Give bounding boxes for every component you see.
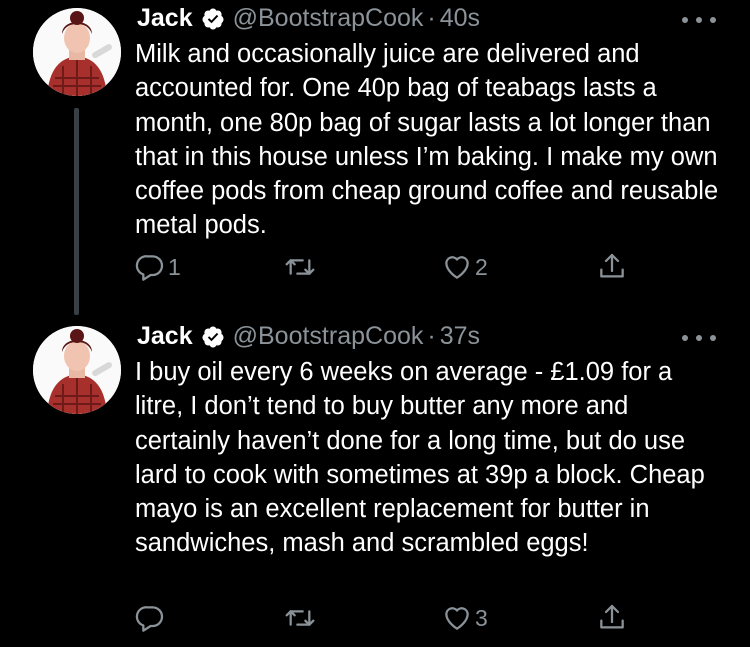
tweet-actions: 3 bbox=[134, 602, 634, 642]
tweet-text: I buy oil every 6 weeks on average - £1.… bbox=[135, 358, 705, 558]
share-button[interactable] bbox=[596, 602, 628, 634]
like-count: 2 bbox=[475, 253, 488, 280]
reply-count: 1 bbox=[168, 253, 181, 280]
retweet-button[interactable] bbox=[284, 251, 318, 283]
verified-badge-icon bbox=[202, 8, 224, 29]
share-button[interactable] bbox=[596, 251, 628, 283]
tweet-header: Jack @BootstrapCook · 37s bbox=[137, 322, 480, 351]
share-icon bbox=[600, 604, 624, 629]
retweet-button[interactable] bbox=[284, 602, 318, 634]
reply-icon bbox=[135, 255, 164, 281]
user-handle[interactable]: @BootstrapCook bbox=[233, 322, 424, 351]
timestamp[interactable]: 40s bbox=[440, 4, 480, 33]
thread-line bbox=[74, 108, 79, 315]
display-name[interactable]: Jack bbox=[137, 4, 193, 33]
retweet-icon bbox=[285, 610, 315, 626]
verified-badge-icon bbox=[202, 326, 224, 347]
like-icon bbox=[445, 607, 469, 630]
like-icon bbox=[445, 256, 469, 279]
reply-icon bbox=[135, 606, 164, 632]
user-handle[interactable]: @BootstrapCook bbox=[233, 4, 424, 33]
timestamp[interactable]: 37s bbox=[440, 322, 480, 351]
avatar[interactable] bbox=[33, 326, 121, 414]
avatar[interactable] bbox=[33, 8, 121, 96]
tweet[interactable]: Jack @BootstrapCook · 37s I buy oil ever… bbox=[0, 318, 750, 647]
display-name[interactable]: Jack bbox=[137, 322, 193, 351]
like-count: 3 bbox=[475, 604, 488, 631]
more-options-icon[interactable] bbox=[682, 328, 716, 348]
tweet-header: Jack @BootstrapCook · 40s bbox=[137, 4, 480, 33]
tweet-text: Milk and occasionally juice are delivere… bbox=[135, 40, 719, 240]
like-button[interactable]: 3 bbox=[441, 602, 488, 634]
separator-dot: · bbox=[427, 4, 436, 32]
more-options-icon[interactable] bbox=[682, 10, 716, 30]
separator-dot: · bbox=[427, 322, 436, 350]
tweet[interactable]: Jack @BootstrapCook · 40s Milk and occas… bbox=[0, 0, 750, 315]
share-icon bbox=[600, 253, 624, 278]
like-button[interactable]: 2 bbox=[441, 251, 488, 283]
tweet-actions: 1 2 bbox=[134, 251, 634, 291]
retweet-icon bbox=[285, 259, 315, 275]
reply-button[interactable] bbox=[134, 602, 168, 634]
reply-button[interactable]: 1 bbox=[134, 251, 181, 283]
